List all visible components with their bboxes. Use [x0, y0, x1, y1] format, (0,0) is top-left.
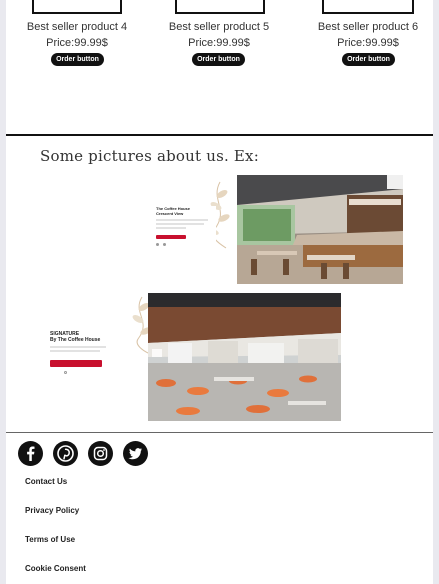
slide-info-card: SIGNATURE By The Coffee House [50, 331, 112, 387]
footer-link-contact[interactable]: Contact Us [25, 477, 67, 486]
slide-dots [50, 371, 112, 374]
text-line [50, 350, 100, 352]
footer-divider [6, 432, 433, 433]
slide-dots [156, 243, 216, 246]
order-button[interactable]: Order button [192, 53, 245, 66]
pinterest-icon[interactable] [53, 441, 78, 466]
twitter-icon[interactable] [123, 441, 148, 466]
cafe-photo [237, 175, 403, 284]
slide-subheading: By The Coffee House [50, 337, 101, 343]
best-seller-products: Best seller product 4 Price:99.99$ Order… [6, 0, 433, 134]
text-line [156, 223, 204, 225]
product-image [322, 0, 414, 14]
cafe-photo [148, 293, 341, 421]
product-image [32, 0, 122, 14]
page: Best seller product 4 Price:99.99$ Order… [6, 0, 433, 584]
facebook-icon[interactable] [18, 441, 43, 466]
text-line [156, 227, 186, 229]
product-price: Price:99.99$ [188, 37, 250, 49]
order-button[interactable]: Order button [51, 53, 104, 66]
slide-cta-button[interactable] [50, 360, 102, 367]
product-name: Best seller product 5 [168, 21, 270, 33]
order-button[interactable]: Order button [342, 53, 395, 66]
product-name: Best seller product 6 [317, 21, 419, 33]
gallery-image-1[interactable]: The Coffee House Crescent View [144, 174, 403, 284]
text-line [50, 346, 106, 348]
product-image [175, 0, 265, 14]
footer-link-terms[interactable]: Terms of Use [25, 535, 75, 544]
product-price: Price:99.99$ [46, 37, 108, 49]
footer-link-privacy[interactable]: Privacy Policy [25, 506, 79, 515]
product-name: Best seller product 4 [26, 21, 128, 33]
text-line [156, 219, 208, 221]
gallery-title: Some pictures about us. Ex: [40, 147, 259, 165]
slide-cta-button[interactable] [156, 235, 186, 239]
section-divider [6, 134, 433, 136]
slide-info-card: The Coffee House Crescent View [156, 206, 216, 250]
instagram-icon[interactable] [88, 441, 113, 466]
slide-subheading: Crescent View [156, 211, 184, 216]
footer-link-cookie[interactable]: Cookie Consent [25, 564, 86, 573]
product-price: Price:99.99$ [337, 37, 399, 49]
gallery-image-2[interactable]: SIGNATURE By The Coffee House [46, 293, 341, 421]
